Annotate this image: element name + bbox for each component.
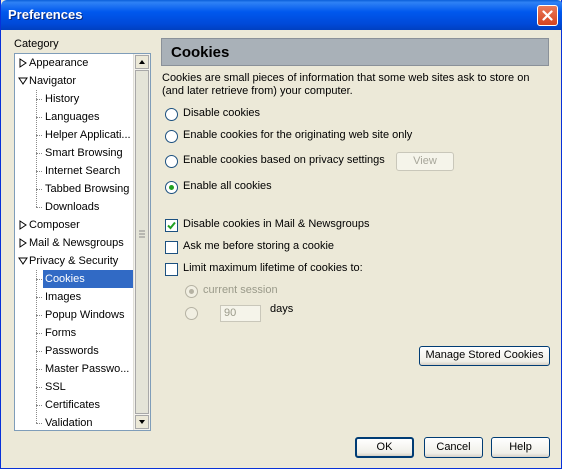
enable-all-cookies-label[interactable]: Enable all cookies [183, 180, 272, 192]
limit-lifetime-label[interactable]: Limit maximum lifetime of cookies to: [183, 262, 363, 274]
window-title: Preferences [8, 7, 83, 22]
days-input[interactable]: 90 [220, 305, 261, 322]
tree-item-label: Passwords [45, 345, 99, 357]
close-button[interactable] [537, 5, 558, 26]
cancel-button[interactable]: Cancel [424, 437, 483, 458]
tree-guide-line [36, 270, 37, 423]
disable-cookies-label[interactable]: Disable cookies [183, 107, 260, 119]
tree-item-smart-browsing[interactable]: Smart Browsing [43, 144, 135, 162]
tree-item-label: Master Passwo... [45, 363, 130, 375]
title-bar[interactable]: Preferences [1, 0, 562, 30]
tree-item-label: Validation [45, 417, 93, 429]
tree-item-images[interactable]: Images [43, 288, 135, 306]
checkmark-icon [167, 221, 176, 230]
ok-button[interactable]: OK [355, 437, 414, 458]
tree-item-label: History [45, 93, 80, 105]
help-button[interactable]: Help [491, 437, 550, 458]
tree-item-label: Smart Browsing [45, 147, 123, 159]
tree-item-tabbed-browsing[interactable]: Tabbed Browsing [43, 180, 135, 198]
scroll-thumb[interactable] [135, 70, 149, 414]
tree-item-ssl[interactable]: SSL [43, 378, 135, 396]
disable-mail-cookies-label[interactable]: Disable cookies in Mail & Newsgroups [183, 218, 369, 230]
tree-item-mail-newsgroups[interactable]: Mail & Newsgroups [15, 234, 135, 252]
enable-all-cookies-radio[interactable] [165, 181, 178, 194]
originating-site-label[interactable]: Enable cookies for the originating web s… [183, 129, 412, 141]
view-button[interactable]: View [396, 152, 454, 171]
tree-connector [36, 207, 42, 208]
privacy-settings-label[interactable]: Enable cookies based on privacy settings [183, 154, 385, 166]
tree-item-privacy-security[interactable]: Privacy & Security [15, 252, 135, 270]
tree-item-label: Forms [45, 327, 77, 339]
tree-connector [36, 423, 42, 424]
tree-item-history[interactable]: History [43, 90, 135, 108]
tree-item-label: Navigator [29, 75, 77, 87]
tree-item-label: Internet Search [45, 165, 121, 177]
panel-title: Cookies [171, 44, 230, 61]
preferences-window: Preferences Category Appearance Navigator… [0, 0, 562, 469]
disable-cookies-radio[interactable] [165, 108, 178, 121]
tree-item-passwords[interactable]: Passwords [43, 342, 135, 360]
privacy-settings-radio[interactable] [165, 155, 178, 168]
tree-item-label: Images [45, 291, 82, 303]
arrow-up-icon [139, 60, 145, 64]
originating-site-radio[interactable] [165, 130, 178, 143]
tree-item-languages[interactable]: Languages [43, 108, 135, 126]
tree-item-label: Downloads [45, 201, 100, 213]
panel-header: Cookies [161, 38, 549, 66]
tree-item-master-passwo[interactable]: Master Passwo... [43, 360, 135, 378]
category-tree[interactable]: Appearance Navigator History Languages Helpe… [14, 53, 151, 431]
tree-item-label: Composer [29, 219, 80, 231]
tree-item-label: Helper Applicati... [45, 129, 131, 141]
scroll-down-button[interactable] [135, 415, 149, 429]
close-icon [542, 10, 553, 21]
tree-item-composer[interactable]: Composer [15, 216, 135, 234]
tree-item-label: Mail & Newsgroups [29, 237, 124, 249]
days-label: days [270, 303, 294, 315]
tree-item-internet-search[interactable]: Internet Search [43, 162, 135, 180]
tree-item-validation[interactable]: Validation [43, 414, 135, 430]
days-radio[interactable] [185, 307, 198, 320]
tree-item-label: SSL [45, 381, 66, 393]
tree-item-appearance[interactable]: Appearance [15, 54, 135, 72]
ask-before-storing-label[interactable]: Ask me before storing a cookie [183, 240, 334, 252]
tree-item-label: Popup Windows [45, 309, 125, 321]
tree-item-label: Certificates [45, 399, 101, 411]
manage-stored-cookies-button[interactable]: Manage Stored Cookies [419, 346, 550, 366]
disable-mail-cookies-checkbox[interactable] [165, 219, 178, 232]
tree-item-label: Privacy & Security [29, 255, 119, 267]
tree-item-navigator[interactable]: Navigator [15, 72, 135, 90]
tree-item-certificates[interactable]: Certificates [43, 396, 135, 414]
scroll-up-button[interactable] [135, 55, 149, 69]
tree-item-label: Cookies [45, 273, 85, 285]
manage-stored-cookies-label: Manage Stored Cookies [425, 349, 544, 361]
tree-item-label: Appearance [29, 57, 89, 69]
tree-item-forms[interactable]: Forms [43, 324, 135, 342]
current-session-radio[interactable] [185, 285, 198, 298]
tree-item-downloads[interactable]: Downloads [43, 198, 135, 216]
ask-before-storing-checkbox[interactable] [165, 241, 178, 254]
tree-guide-line [36, 90, 37, 207]
panel-description: Cookies are small pieces of information … [162, 72, 530, 97]
grip-icon [139, 230, 145, 238]
tree-item-popup-windows[interactable]: Popup Windows [43, 306, 135, 324]
category-scrollbar[interactable] [133, 54, 150, 430]
category-label: Category [14, 38, 59, 50]
tree-item-label: Languages [45, 111, 100, 123]
arrow-down-icon [139, 420, 145, 424]
current-session-label[interactable]: current session [203, 284, 278, 296]
limit-lifetime-checkbox[interactable] [165, 263, 178, 276]
tree-item-helper-applicati[interactable]: Helper Applicati... [43, 126, 135, 144]
tree-item-label: Tabbed Browsing [45, 183, 130, 195]
tree-item-cookies[interactable]: Cookies [43, 270, 135, 288]
